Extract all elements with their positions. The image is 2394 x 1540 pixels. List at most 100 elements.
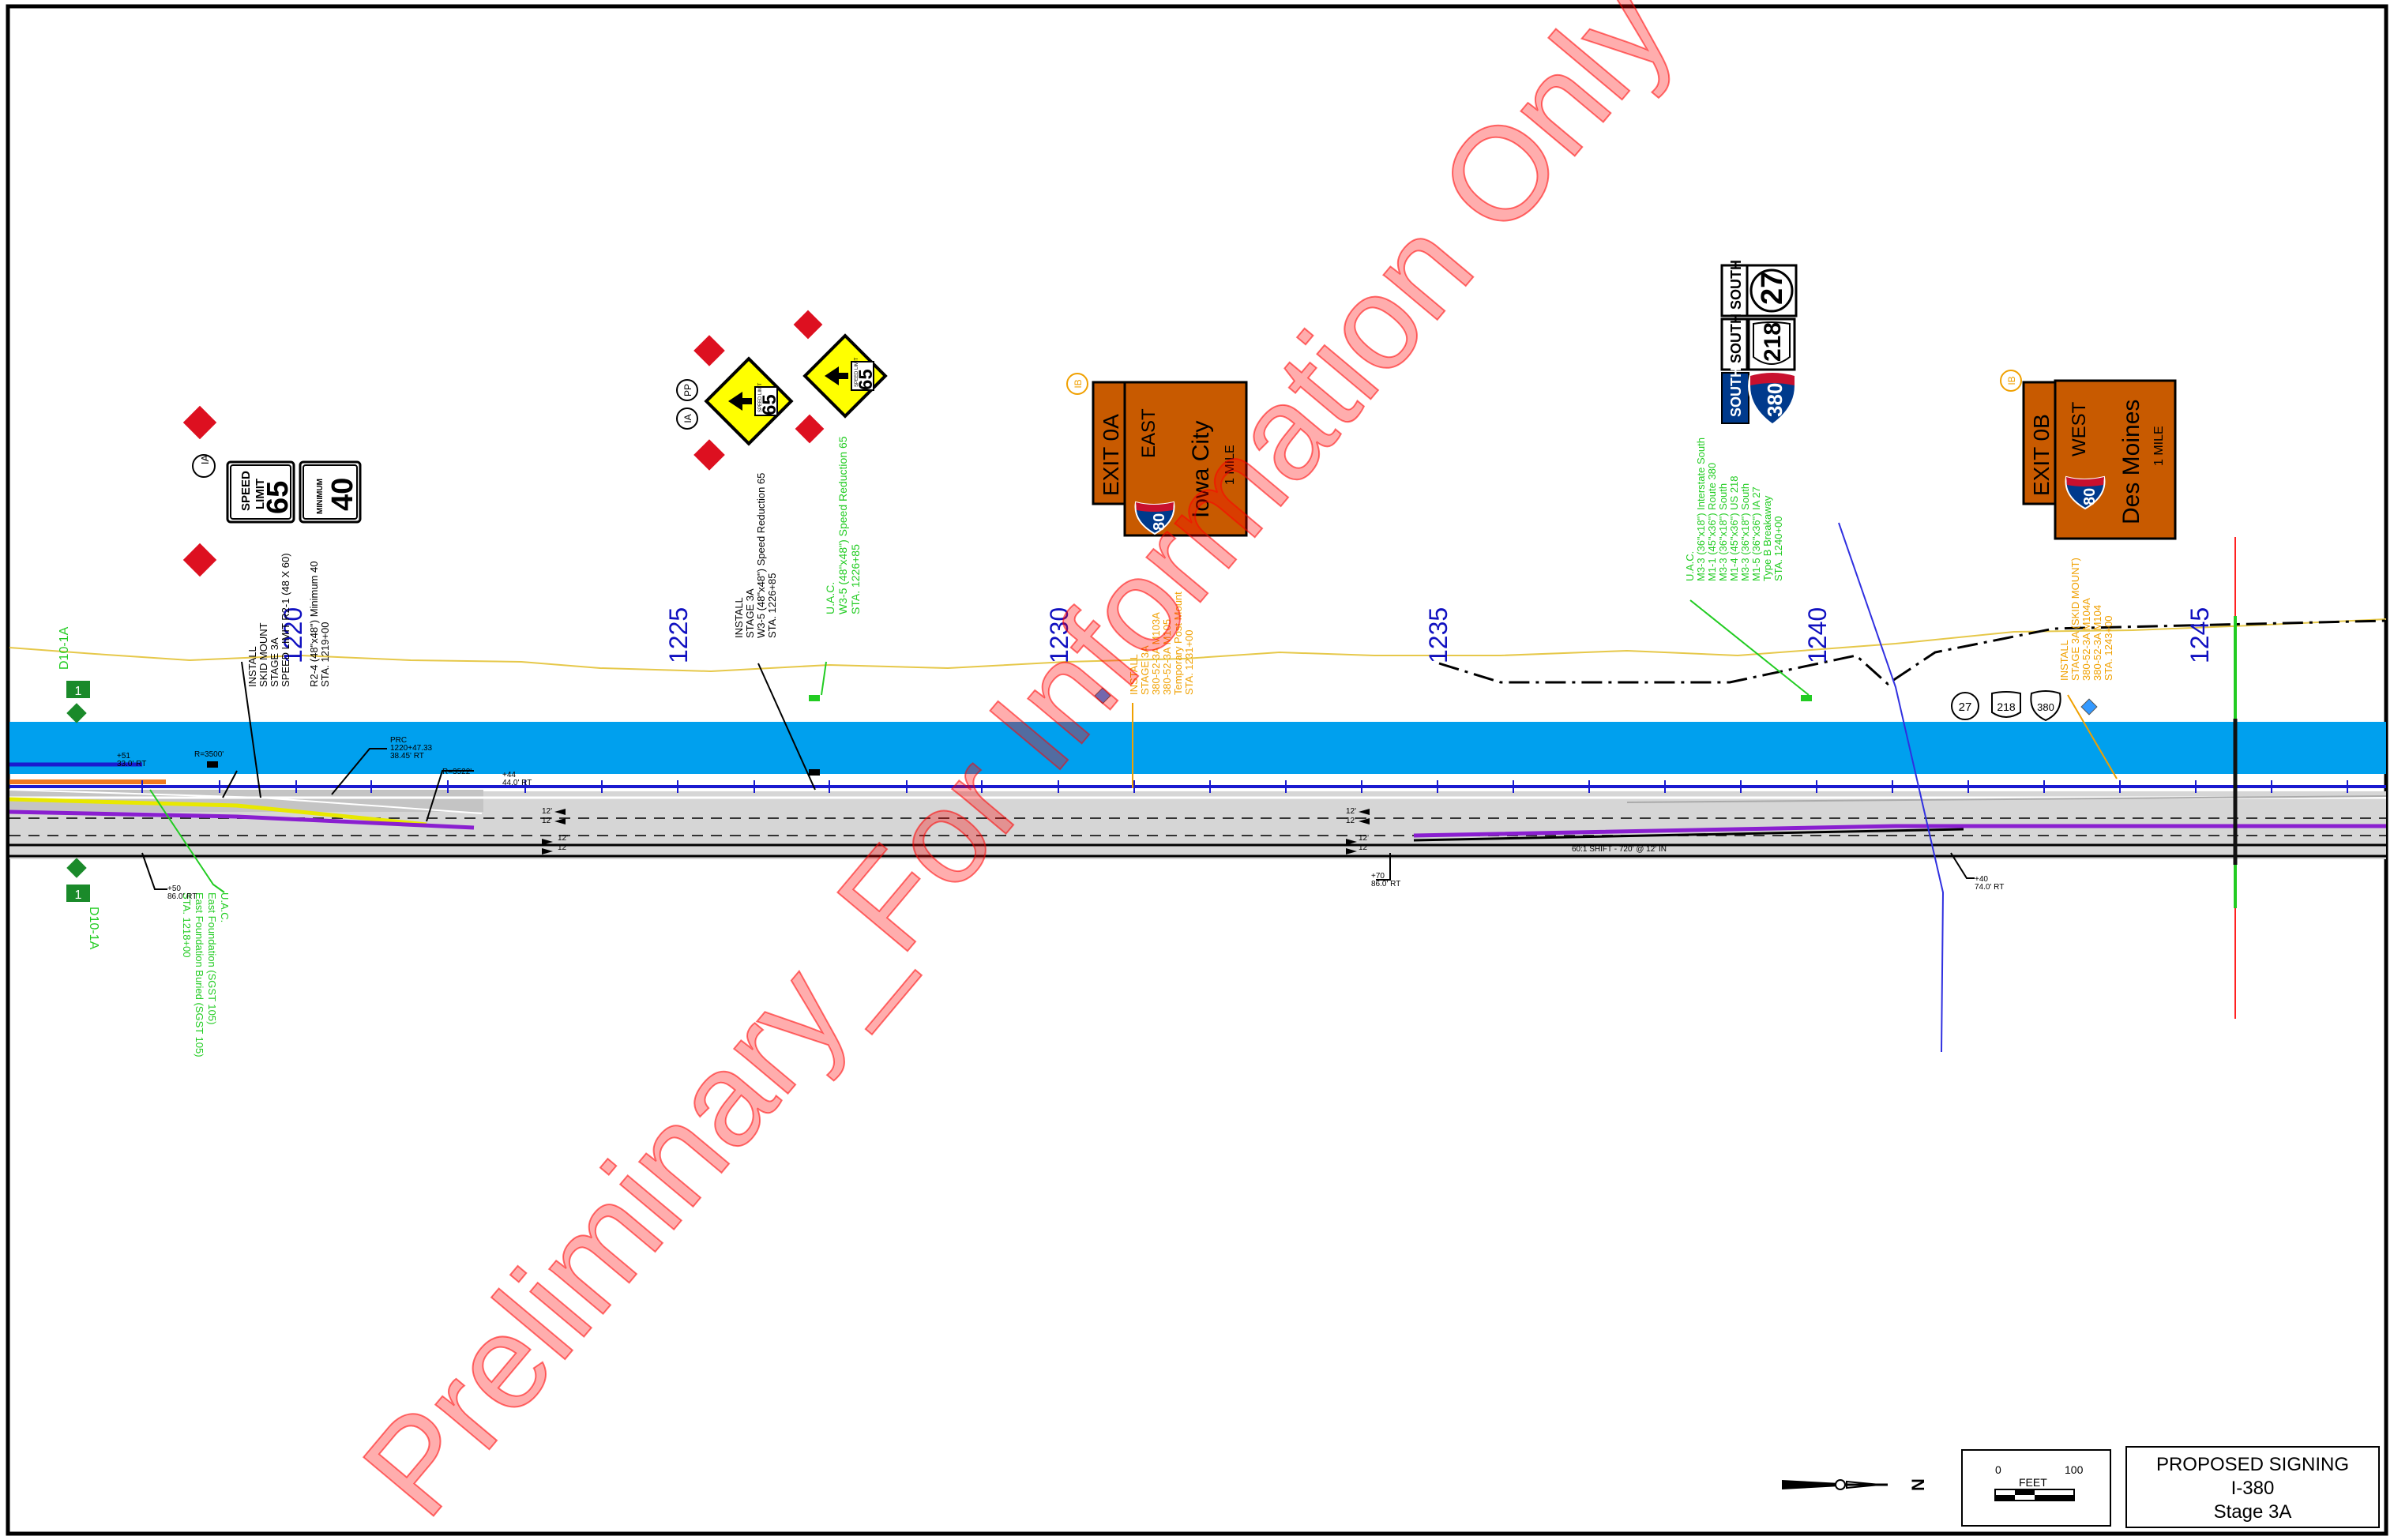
route-27-number: 27 xyxy=(1756,272,1789,305)
direction-text: WEST xyxy=(2069,401,2090,456)
red-marker xyxy=(793,310,823,340)
badge-ib-text: IB xyxy=(2006,376,2017,385)
scale-zero: 0 xyxy=(1995,1463,2001,1476)
svg-text:INSTALL: INSTALL xyxy=(2058,640,2070,681)
svg-text:STAGE 3A: STAGE 3A xyxy=(744,588,756,638)
svg-text:STA. 1240+00: STA. 1240+00 xyxy=(1772,516,1784,581)
south-text: SOUTH xyxy=(1728,314,1744,363)
svg-text:380-52-3A M104A: 380-52-3A M104A xyxy=(2080,598,2092,681)
d10-bottom-marker: 1 D10-1A xyxy=(66,858,100,950)
svg-text:STA. 1219+00: STA. 1219+00 xyxy=(319,622,331,687)
svg-text:STAGE 3A (SKID MOUNT): STAGE 3A (SKID MOUNT) xyxy=(2069,558,2081,681)
red-marker xyxy=(693,439,725,471)
svg-text:12': 12' xyxy=(1359,834,1369,843)
speed-value: 65 xyxy=(261,481,295,514)
svg-text:INSTALL: INSTALL xyxy=(246,646,258,687)
svg-text:44.0' RT: 44.0' RT xyxy=(502,779,532,787)
mini-route-218: 218 xyxy=(1997,701,2016,713)
svg-text:12': 12' xyxy=(542,817,552,825)
reduction-value: 65 xyxy=(759,394,780,415)
svg-text:74.0' RT: 74.0' RT xyxy=(1975,883,2004,892)
svg-text:12': 12' xyxy=(1346,817,1356,825)
red-marker-bottom xyxy=(182,543,217,577)
route-assembly: SOUTH 27 SOUTH 218 SOUTH 380 xyxy=(1720,260,1798,426)
d10-top-label: D10-1A xyxy=(58,626,71,670)
svg-text:M1-5 (36"x36") IA 27: M1-5 (36"x36") IA 27 xyxy=(1750,486,1762,581)
route-380-number: 380 xyxy=(1763,383,1787,417)
d10-top-num: 1 xyxy=(75,685,82,698)
svg-text:STAGE 3A: STAGE 3A xyxy=(269,637,280,687)
svg-text:STA. 1218+00: STA. 1218+00 xyxy=(181,892,193,958)
svg-text:W3-5 (48"x48") Speed Reduction: W3-5 (48"x48") Speed Reduction 65 xyxy=(755,473,767,638)
svg-text:38.45' RT: 38.45' RT xyxy=(390,752,424,761)
minimum-sign: MINIMUM 40 xyxy=(299,460,362,524)
d10-bottom-num: 1 xyxy=(75,888,82,902)
svg-text:INSTALL: INSTALL xyxy=(733,597,745,638)
mini-route-380: 380 xyxy=(2037,701,2054,713)
badge-ib-text: IB xyxy=(1073,379,1084,388)
direction-text: EAST xyxy=(1138,408,1159,458)
svg-text:12': 12' xyxy=(1359,843,1369,852)
svg-text:M3-3 (36"x18") Interstate Sout: M3-3 (36"x18") Interstate South xyxy=(1695,438,1707,581)
badge-ia-text: IA xyxy=(682,414,693,423)
north-arrow: N xyxy=(1782,1478,1928,1491)
red-marker xyxy=(795,414,825,444)
svg-text:380-52-3A M104: 380-52-3A M104 xyxy=(2091,605,2103,681)
south-text: SOUTH xyxy=(1728,367,1744,417)
speed-limit-assembly: IA SPEED LIMIT 65 MINIMUM 40 xyxy=(182,405,362,577)
svg-text:33.0' RT: 33.0' RT xyxy=(117,760,146,768)
plan-sheet: 1220 1225 1230 1235 1240 1245 IA SPEED L… xyxy=(6,0,2388,1540)
d10-top-marker: D10-1A 1 xyxy=(58,626,90,723)
d10-bottom-label: D10-1A xyxy=(87,907,100,950)
svg-text:STA. 1243+00: STA. 1243+00 xyxy=(2103,615,2114,681)
milepost-diamond xyxy=(66,703,87,723)
arrow-stem xyxy=(837,373,848,379)
svg-text:East Foundation Buried (SGST 1: East Foundation Buried (SGST 105) xyxy=(194,892,205,1057)
svg-text:Type B Breakaway: Type B Breakaway xyxy=(1761,495,1773,581)
shift-note: 60:1 SHIFT - 720' @ 12' IN xyxy=(1572,845,1667,854)
north-arrow-icon xyxy=(1782,1480,1840,1489)
city-text: Des Moines xyxy=(2118,400,2144,524)
svg-text:STA. 1226+85: STA. 1226+85 xyxy=(766,573,778,638)
route-218-number: 218 xyxy=(1760,322,1786,362)
title-line-3: Stage 3A xyxy=(2214,1501,2292,1523)
label-r3522: R=3522' xyxy=(442,768,472,776)
badge-pp-text: PP xyxy=(682,384,693,396)
scale-unit: FEET xyxy=(2019,1476,2047,1489)
milepost-diamond xyxy=(66,858,87,878)
badge-ia-text: IA xyxy=(199,455,211,465)
svg-text:12': 12' xyxy=(558,834,568,843)
svg-text:M3-3 (36"x18") South: M3-3 (36"x18") South xyxy=(1739,483,1751,581)
south-text: SOUTH xyxy=(1728,260,1744,310)
svg-text:M3-3 (36"x18") South: M3-3 (36"x18") South xyxy=(1717,483,1729,581)
distance-text: 1 MILE xyxy=(2152,426,2166,466)
svg-text:12': 12' xyxy=(1346,807,1356,816)
exit-tab-text: EXIT 0B xyxy=(2029,414,2054,496)
svg-text:SPEED LIMIT R2-1 (48 X 60): SPEED LIMIT R2-1 (48 X 60) xyxy=(280,553,291,687)
note-install-exit-b: INSTALL STAGE 3A (SKID MOUNT) 380-52-3A … xyxy=(2058,558,2114,681)
red-marker xyxy=(693,335,725,366)
svg-text:R2-4 (48"x48") Minimum 40: R2-4 (48"x48") Minimum 40 xyxy=(308,561,320,687)
svg-text:East Foundation (SGST 105): East Foundation (SGST 105) xyxy=(206,892,218,1024)
svg-text:86.0' RT: 86.0' RT xyxy=(167,892,197,901)
speed-reduction-sign-2: SPEED LIMIT 65 xyxy=(793,310,888,444)
mini-route-markers: 27 218 380 xyxy=(1951,690,2061,722)
title-line-1: PROPOSED SIGNING xyxy=(2156,1454,2349,1475)
reduction-value: 65 xyxy=(855,369,877,390)
shield-number: 80 xyxy=(2081,488,2099,505)
svg-text:M1-1 (45"x36") Route 380: M1-1 (45"x36") Route 380 xyxy=(1706,463,1718,581)
exit-0b-sign: IB EXIT 0B WEST 80 Des Moines 1 MILE xyxy=(2000,370,2177,540)
svg-text:12': 12' xyxy=(558,843,568,852)
mini-route-27: 27 xyxy=(1959,701,1972,714)
speed-limit-sign: SPEED LIMIT 65 xyxy=(226,460,295,524)
label-r3500: R=3500' xyxy=(194,750,224,759)
svg-text:86.0' RT: 86.0' RT xyxy=(1371,880,1400,888)
note-uac-w35: U.A.C. W3-5 (48"x48") Speed Reduction 65… xyxy=(824,436,862,614)
speed-reduction-sign-1: IA PP SPEED LIMIT 65 xyxy=(676,335,794,471)
station-1240: 1240 xyxy=(1803,607,1832,663)
station-1245: 1245 xyxy=(2185,607,2214,663)
note-install-skid: INSTALL SKID MOUNT STAGE 3A SPEED LIMIT … xyxy=(246,553,331,687)
note-install-stage3a: INSTALL STAGE 3A W3-5 (48"x48") Speed Re… xyxy=(733,473,778,638)
svg-text:U.A.C.: U.A.C. xyxy=(1684,551,1696,581)
scale-bar: 0 100 FEET xyxy=(1961,1449,2111,1527)
